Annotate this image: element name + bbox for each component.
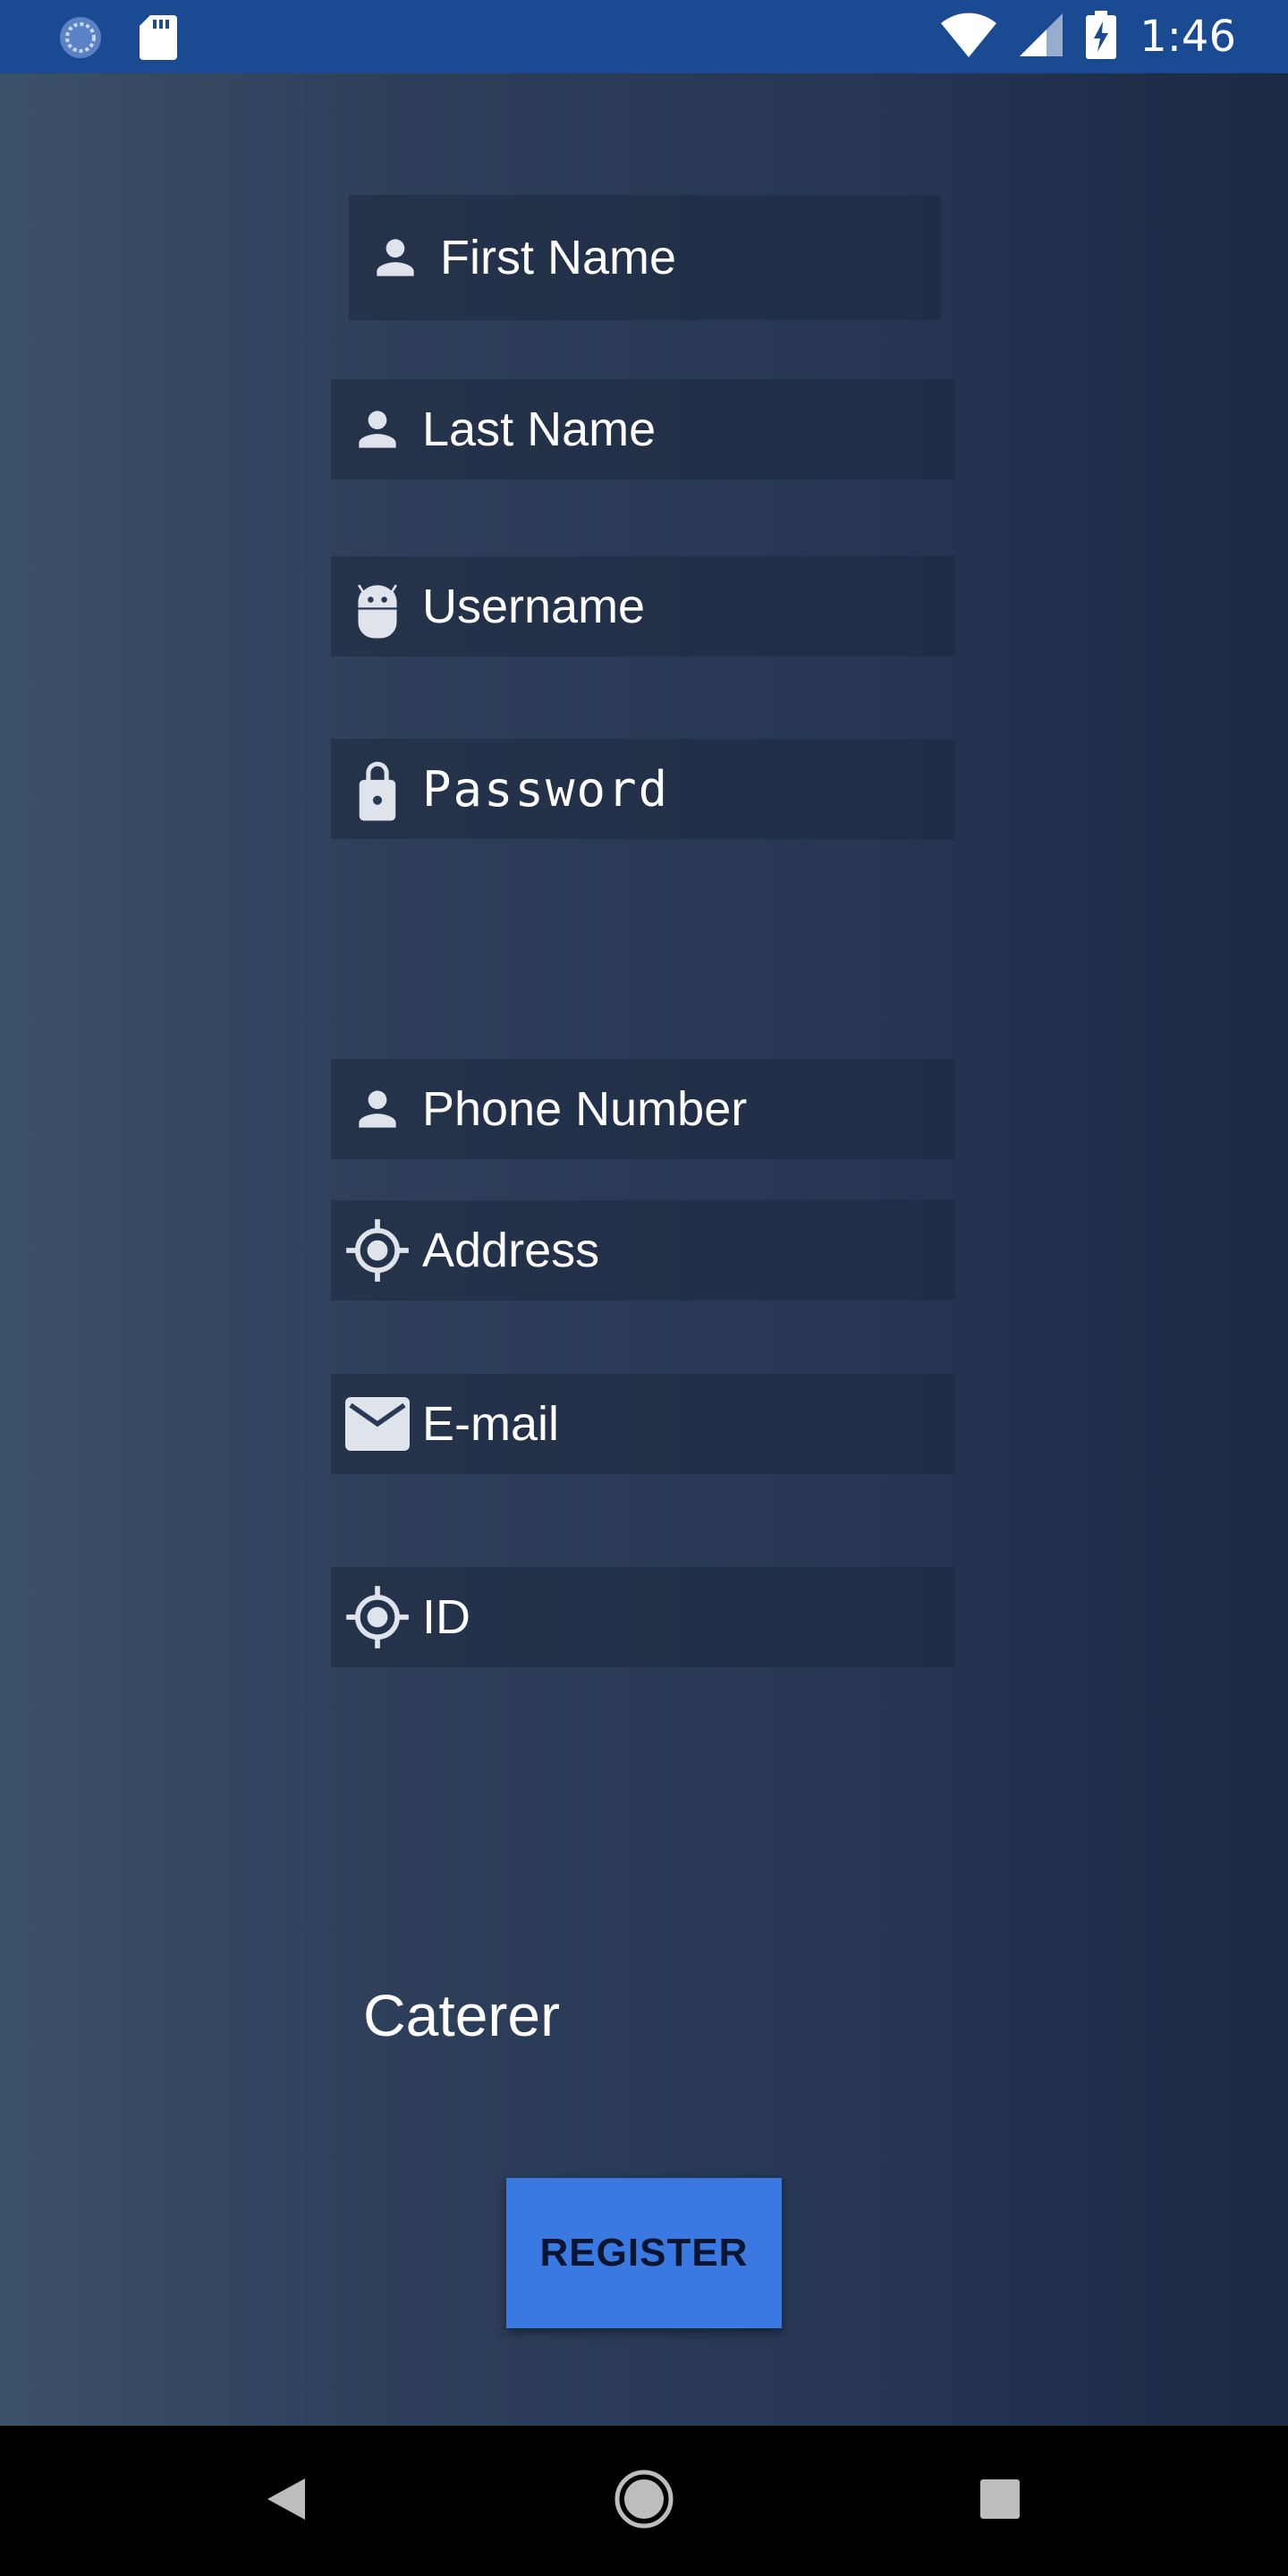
home-icon (614, 2469, 674, 2534)
first-name-field[interactable] (349, 195, 941, 320)
sync-icon (57, 14, 104, 65)
last-name-input[interactable] (422, 402, 923, 457)
navigation-bar (0, 2426, 1288, 2576)
username-input[interactable] (422, 579, 923, 634)
person-icon (343, 395, 411, 463)
home-button[interactable] (608, 2465, 680, 2537)
email-icon (343, 1390, 411, 1458)
person-icon (361, 224, 429, 292)
back-icon (266, 2477, 307, 2526)
status-time: 1:46 (1140, 12, 1236, 62)
person-icon (343, 1075, 411, 1143)
battery-charging-icon (1086, 10, 1117, 64)
password-input[interactable] (422, 760, 923, 818)
wifi-icon (941, 13, 997, 62)
location-target-icon (343, 1583, 411, 1651)
last-name-field[interactable] (331, 379, 955, 479)
recents-icon (980, 2479, 1020, 2523)
id-input[interactable] (422, 1589, 923, 1645)
location-target-icon (343, 1216, 411, 1284)
lock-icon (343, 755, 411, 823)
register-button[interactable]: REGISTER (506, 2178, 782, 2328)
recents-button[interactable] (964, 2465, 1036, 2537)
email-field[interactable] (331, 1374, 955, 1474)
status-bar: 1:46 (0, 0, 1288, 73)
android-icon (343, 572, 411, 640)
registration-screen: Caterer REGISTER (0, 73, 1288, 2426)
password-field[interactable] (331, 739, 955, 839)
username-field[interactable] (331, 556, 955, 657)
email-input[interactable] (422, 1396, 923, 1452)
phone-number-field[interactable] (331, 1059, 955, 1159)
phone-number-input[interactable] (422, 1081, 923, 1137)
cell-signal-icon (1020, 13, 1063, 61)
address-input[interactable] (422, 1223, 923, 1278)
id-field[interactable] (331, 1567, 955, 1667)
first-name-input[interactable] (440, 230, 941, 285)
sd-card-icon (140, 15, 177, 64)
back-button[interactable] (250, 2465, 322, 2537)
role-label[interactable]: Caterer (363, 1981, 560, 2049)
address-field[interactable] (331, 1200, 955, 1301)
